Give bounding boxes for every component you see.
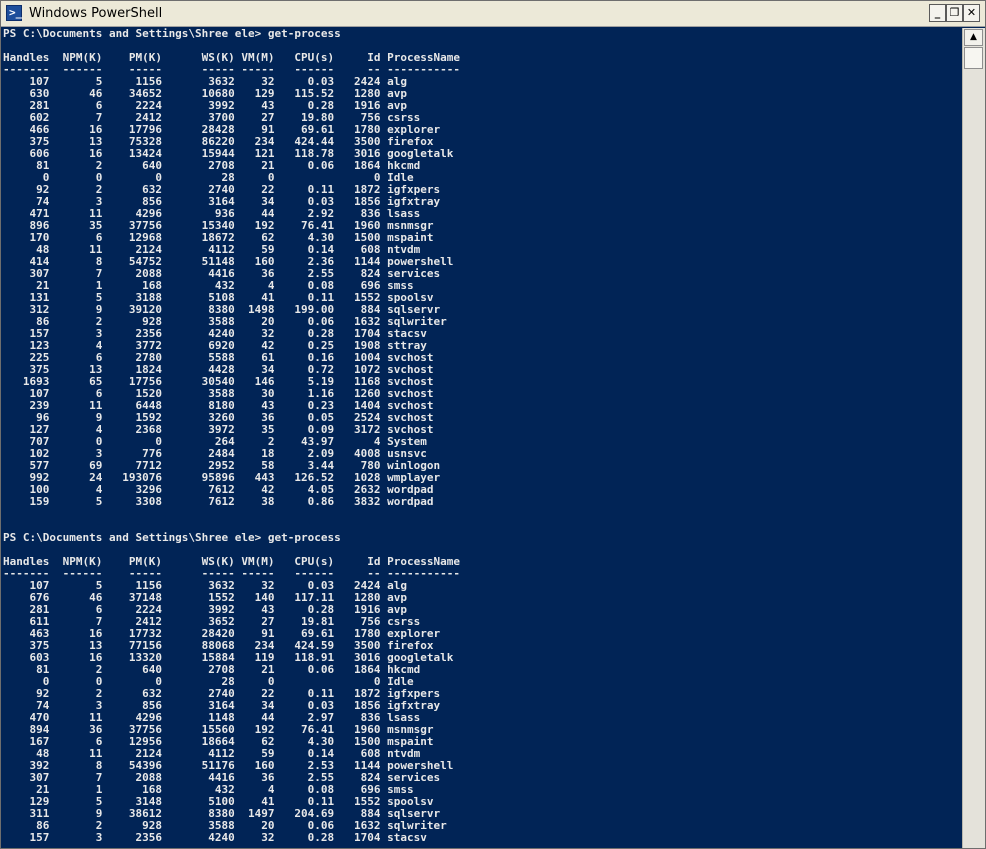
powershell-icon[interactable]: >_ [6,5,22,21]
vertical-scrollbar[interactable]: ▲ [962,28,985,848]
console-line: PS C:\Documents and Settings\Shree ele> … [3,531,341,544]
window-title: Windows PowerShell [29,6,163,21]
title-bar[interactable]: >_ Windows PowerShell _ ❐ ✕ [1,1,985,27]
powershell-window: >_ Windows PowerShell _ ❐ ✕ PS C:\Docume… [0,0,986,849]
console-lines: PS C:\Documents and Settings\Shree ele> … [1,28,962,844]
maximize-button[interactable]: ❐ [946,4,963,22]
console-line: 157 3 2356 4240 32 0.28 1704 stacsv [3,831,427,844]
close-button[interactable]: ✕ [963,4,980,22]
scrollbar-thumb[interactable] [964,47,983,69]
minimize-button[interactable]: _ [929,4,946,22]
scroll-up-arrow-icon[interactable]: ▲ [964,29,983,46]
console-line: PS C:\Documents and Settings\Shree ele> … [3,28,341,40]
console-line: 159 5 3308 7612 38 0.86 3832 wordpad [3,495,434,508]
console-output[interactable]: PS C:\Documents and Settings\Shree ele> … [1,28,962,848]
